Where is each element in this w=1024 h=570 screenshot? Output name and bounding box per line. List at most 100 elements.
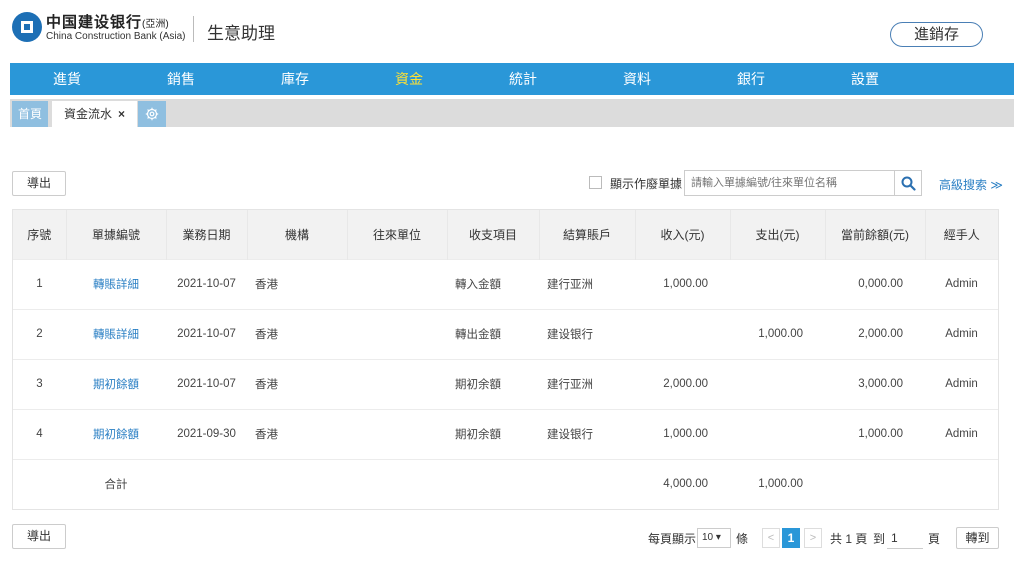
cell-account: 建行亚洲: [547, 379, 593, 391]
col-header-doc-no: 單據編號: [66, 210, 167, 259]
col-header-org: 機構: [247, 210, 348, 259]
cell-partner: [347, 409, 447, 459]
cell-no: 4: [36, 428, 43, 440]
col-header-no: 序號: [13, 210, 67, 259]
cell-date: 2021-10-07: [177, 278, 236, 290]
col-header-balance: 當前餘額(元): [825, 210, 926, 259]
cell-handler: Admin: [945, 378, 978, 390]
total-expense: 1,000.00: [758, 478, 803, 491]
tab-home[interactable]: 首頁: [12, 101, 48, 127]
goto-label: 到: [873, 532, 886, 546]
cell-handler: Admin: [945, 428, 978, 440]
page-unit-label: 頁: [928, 532, 941, 546]
prev-page-button[interactable]: <: [762, 528, 780, 548]
cell-partner: [347, 309, 447, 359]
cell-doc-link[interactable]: 期初餘額: [66, 359, 166, 409]
nav-item-inventory[interactable]: 庫存: [238, 63, 352, 95]
cell-date: 2021-10-07: [177, 378, 236, 390]
show-void-checkbox[interactable]: [589, 176, 602, 189]
app-name: 生意助理: [207, 24, 275, 43]
cell-doc-link[interactable]: 期初餘額: [66, 409, 166, 459]
tab-settings-gear[interactable]: [138, 101, 166, 127]
cell-item: 期初余額: [455, 379, 501, 391]
col-header-partner: 往來單位: [347, 210, 448, 259]
cell-org: 香港: [255, 429, 278, 441]
cell-expense: [730, 409, 825, 459]
brand-name-en: China Construction Bank (Asia): [46, 31, 186, 42]
nav-item-data[interactable]: 資料: [580, 63, 694, 95]
nav-item-bank[interactable]: 銀行: [694, 63, 808, 95]
cell-org: 香港: [255, 279, 278, 291]
tab-cash-flow[interactable]: 資金流水 ×: [52, 101, 137, 127]
cell-item: 轉入金額: [455, 279, 501, 291]
total-income: 4,000.00: [663, 478, 708, 491]
goto-page-input[interactable]: [887, 527, 923, 549]
cell-income: 1,000.00: [663, 428, 708, 440]
table-total-row: 合計 4,000.00 1,000.00: [13, 459, 998, 509]
cell-no: 1: [36, 278, 43, 290]
cell-expense: [730, 259, 825, 309]
table-row: 2 轉賬詳細 2021-10-07 香港 轉出金額 建设银行 1,000.00 …: [13, 309, 998, 359]
advanced-search-link[interactable]: 高級搜索 ≫: [939, 176, 1003, 193]
header: 中国建设银行(亞洲) China Construction Bank (Asia…: [0, 0, 1024, 62]
per-page-unit: 條: [736, 532, 749, 546]
show-void-label: 顯示作廢單據: [610, 177, 683, 191]
col-header-income: 收入(元): [635, 210, 731, 259]
cell-doc-link[interactable]: 轉賬詳細: [66, 309, 166, 359]
nav-item-funds[interactable]: 資金: [352, 63, 466, 95]
cell-expense: 1,000.00: [758, 328, 803, 340]
col-header-expense: 支出(元): [730, 210, 826, 259]
cash-flow-table: 序號 單據編號 業務日期 機構 往來單位 收支項目 結算賬戶 收入(元) 支出(…: [12, 209, 999, 510]
current-page-button[interactable]: 1: [782, 528, 800, 548]
nav-item-purchase[interactable]: 進貨: [10, 63, 124, 95]
table-row: 1 轉賬詳細 2021-10-07 香港 轉入金額 建行亚洲 1,000.00 …: [13, 259, 998, 309]
table-row: 3 期初餘額 2021-10-07 香港 期初余額 建行亚洲 2,000.00 …: [13, 359, 998, 409]
export-button-bottom[interactable]: 導出: [12, 524, 66, 549]
cell-income: 2,000.00: [663, 378, 708, 390]
cell-balance: 3,000.00: [858, 378, 903, 390]
search-button[interactable]: [895, 170, 922, 196]
cell-doc-link[interactable]: 轉賬詳細: [66, 259, 166, 309]
col-header-item: 收支項目: [447, 210, 540, 259]
tab-cash-flow-label: 資金流水: [63, 107, 112, 121]
col-header-account: 結算賬戶: [539, 210, 636, 259]
brand-name-cn: 中国建设银行(亞洲): [46, 14, 169, 31]
goto-button[interactable]: 轉到: [956, 527, 999, 549]
cell-org: 香港: [255, 329, 278, 341]
cell-balance: 0,000.00: [858, 278, 903, 290]
cell-partner: [347, 359, 447, 409]
export-button-top[interactable]: 導出: [12, 171, 66, 196]
inventory-button[interactable]: 進銷存: [890, 22, 983, 47]
tab-bar: 首頁 資金流水 ×: [10, 99, 1014, 127]
cell-no: 2: [36, 328, 43, 340]
cell-handler: Admin: [945, 328, 978, 340]
gear-icon: [145, 107, 159, 121]
table-header-row: 序號 單據編號 業務日期 機構 往來單位 收支項目 結算賬戶 收入(元) 支出(…: [13, 210, 998, 259]
per-page-label: 每頁顯示: [648, 532, 697, 546]
search-icon: [901, 176, 916, 191]
nav-item-statistics[interactable]: 統計: [466, 63, 580, 95]
close-icon[interactable]: ×: [118, 107, 125, 121]
cell-org: 香港: [255, 379, 278, 391]
cell-account: 建行亚洲: [547, 279, 593, 291]
cell-expense: [730, 359, 825, 409]
table-row: 4 期初餘額 2021-09-30 香港 期初余額 建设银行 1,000.00 …: [13, 409, 998, 459]
cell-item: 期初余額: [455, 429, 501, 441]
cell-no: 3: [36, 378, 43, 390]
brand-divider: [193, 16, 194, 42]
next-page-button[interactable]: >: [804, 528, 822, 548]
cell-income: 1,000.00: [663, 278, 708, 290]
search-input[interactable]: [684, 170, 895, 196]
nav-item-sales[interactable]: 銷售: [124, 63, 238, 95]
total-label: 合計: [104, 479, 128, 492]
cell-account: 建设银行: [547, 429, 593, 441]
per-page-select[interactable]: 10 ▾: [697, 528, 731, 548]
total-pages-label: 共 1 頁: [830, 532, 868, 546]
col-header-date: 業務日期: [166, 210, 248, 259]
ccb-logo-icon: [12, 12, 42, 42]
nav-item-settings[interactable]: 設置: [808, 63, 922, 95]
cell-date: 2021-09-30: [177, 428, 236, 440]
col-header-handler: 經手人: [943, 227, 980, 242]
cell-income: [635, 309, 730, 359]
cell-balance: 1,000.00: [858, 428, 903, 440]
